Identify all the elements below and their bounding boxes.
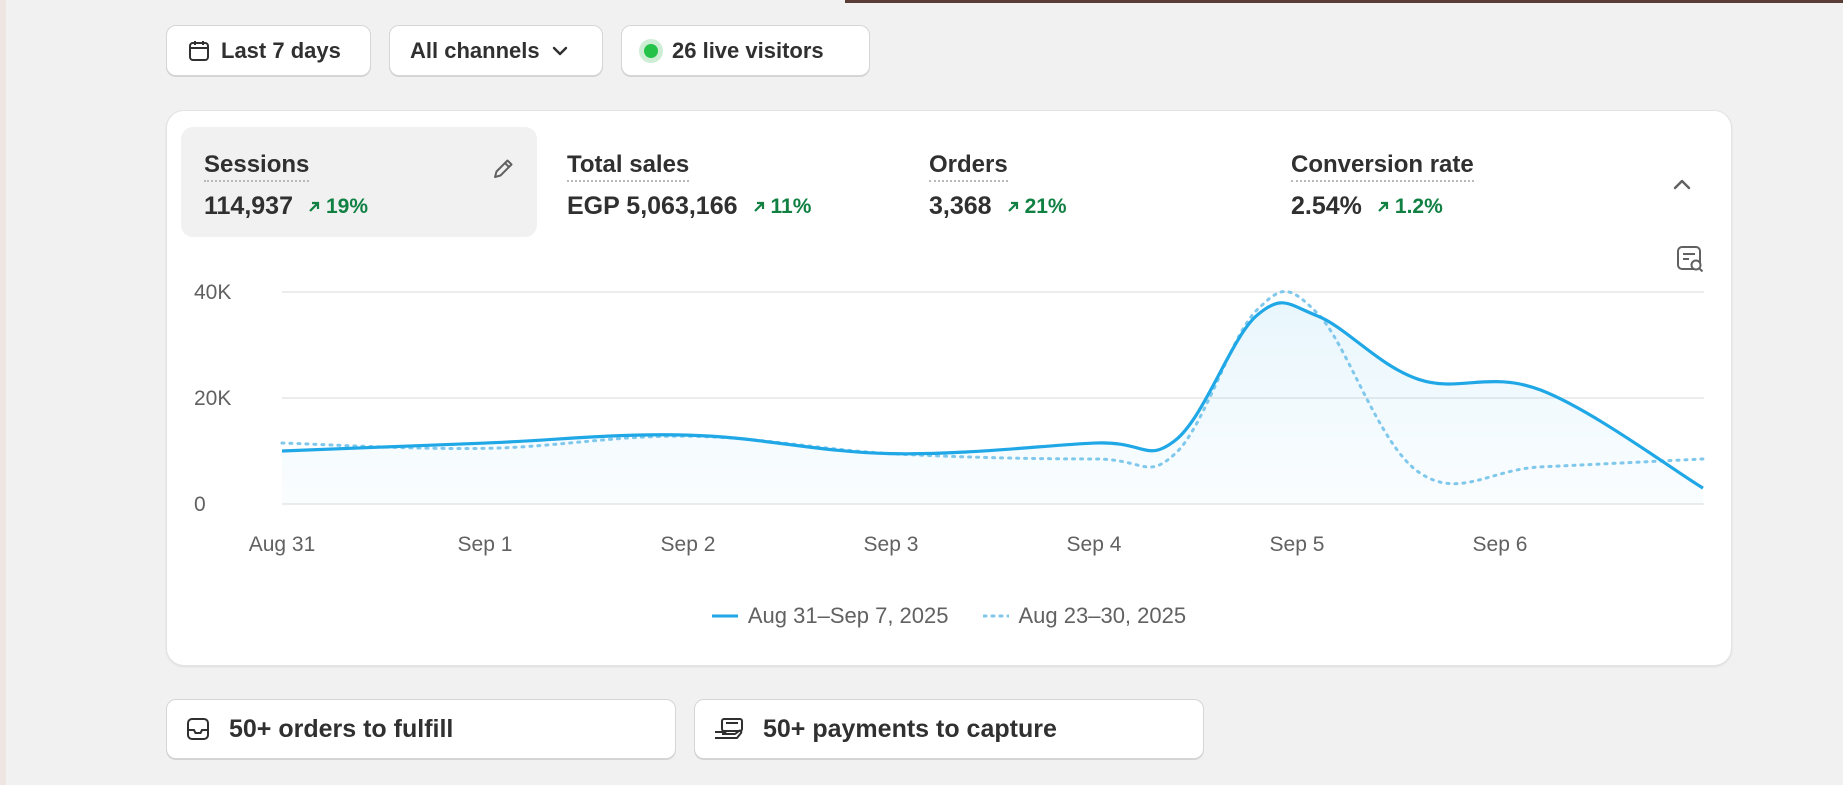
hand-money-icon — [715, 718, 743, 739]
legend-label-current: Aug 31–Sep 7, 2025 — [747, 603, 949, 628]
calendar-icon — [189, 40, 209, 61]
x-tick-label: Sep 6 — [1473, 533, 1528, 556]
date-range-label: Last 7 days — [221, 37, 341, 63]
y-tick-label: 20K — [194, 387, 231, 410]
series-area-current — [282, 302, 1703, 504]
legend-item-previous[interactable]: Aug 23–30, 2025 — [982, 603, 1187, 629]
date-range-button[interactable]: Last 7 days — [166, 25, 371, 76]
y-tick-label: 0 — [194, 493, 206, 516]
payments-to-capture-label: 50+ payments to capture — [763, 714, 1057, 743]
live-visitors-button[interactable]: 26 live visitors — [621, 25, 870, 76]
top-strip — [845, 0, 1843, 3]
x-tick-label: Sep 1 — [458, 533, 513, 556]
orders-to-fulfill-button[interactable]: 50+ orders to fulfill — [166, 699, 676, 759]
x-tick-label: Aug 31 — [249, 533, 316, 556]
legend-line-solid — [711, 614, 738, 618]
live-status-dot-icon — [644, 43, 658, 58]
channels-dropdown[interactable]: All channels — [389, 25, 603, 76]
analytics-card: Sessions 114,937 19% Total sales EGP 5,0… — [166, 110, 1732, 666]
payments-to-capture-button[interactable]: 50+ payments to capture — [694, 699, 1204, 759]
legend-item-current[interactable]: Aug 31–Sep 7, 2025 — [711, 603, 949, 629]
x-tick-label: Sep 4 — [1067, 533, 1122, 556]
orders-to-fulfill-label: 50+ orders to fulfill — [229, 714, 454, 743]
x-tick-label: Sep 5 — [1270, 533, 1325, 556]
x-tick-label: Sep 3 — [864, 533, 919, 556]
live-visitors-label: 26 live visitors — [672, 37, 824, 63]
left-rail — [0, 0, 6, 785]
legend-line-dotted — [982, 614, 1009, 618]
inbox-icon — [187, 718, 209, 740]
sessions-chart: 0 20K 40K Aug 31 Sep 1 Sep 2 Sep 3 Sep 4 Sep 5 S… — [194, 281, 1705, 556]
legend-label-previous: Aug 23–30, 2025 — [1018, 603, 1187, 628]
chart-legend: Aug 31–Sep 7, 2025 Aug 23–30, 2025 — [167, 603, 1731, 629]
x-tick-label: Sep 2 — [661, 533, 716, 556]
chevron-down-icon — [552, 46, 567, 55]
channels-label: All channels — [410, 37, 540, 63]
y-tick-label: 40K — [194, 281, 231, 304]
